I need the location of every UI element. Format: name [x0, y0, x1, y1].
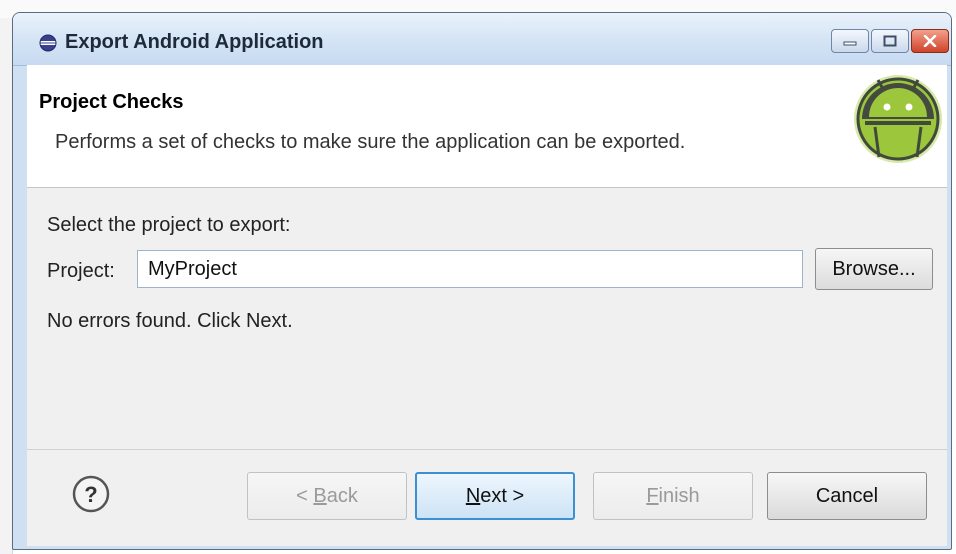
- close-icon: [923, 35, 937, 47]
- finish-button[interactable]: Finish: [593, 472, 753, 520]
- cancel-button[interactable]: Cancel: [767, 472, 927, 520]
- maximize-icon: [883, 35, 897, 47]
- back-button[interactable]: < Back: [247, 472, 407, 520]
- minimize-button[interactable]: [831, 29, 869, 53]
- next-mnemonic: N: [465, 484, 481, 507]
- project-label: Project:: [47, 260, 115, 282]
- next-rest: ext >: [480, 484, 525, 507]
- page-description: Performs a set of checks to make sure th…: [55, 131, 686, 153]
- help-icon[interactable]: ?: [71, 474, 111, 514]
- select-project-label: Select the project to export:: [47, 214, 291, 236]
- status-message: No errors found. Click Next.: [47, 310, 293, 332]
- close-button[interactable]: [911, 29, 949, 53]
- minimize-icon: [843, 41, 857, 46]
- maximize-button[interactable]: [871, 29, 909, 53]
- export-dialog: Export Android Application Project Check…: [12, 12, 952, 550]
- svg-text:?: ?: [84, 482, 97, 507]
- finish-mnemonic: F: [646, 484, 659, 507]
- eclipse-icon: [39, 34, 57, 52]
- wizard-content: Select the project to export: Project: B…: [27, 188, 947, 449]
- page-title: Project Checks: [39, 91, 184, 113]
- wizard-header: Project Checks Performs a set of checks …: [27, 65, 947, 188]
- finish-rest: inish: [658, 484, 700, 507]
- next-button[interactable]: Next >: [415, 472, 575, 520]
- android-logo-icon: [854, 75, 942, 163]
- back-prefix: <: [296, 484, 314, 507]
- browse-button[interactable]: Browse...: [815, 248, 933, 290]
- back-mnemonic: B: [313, 484, 327, 507]
- window-title: Export Android Application: [65, 31, 324, 53]
- wizard-footer: ? < Back Next > Finish Cancel: [27, 449, 947, 546]
- project-input[interactable]: [137, 250, 803, 288]
- back-rest: ack: [326, 484, 358, 507]
- title-bar[interactable]: Export Android Application: [13, 13, 951, 66]
